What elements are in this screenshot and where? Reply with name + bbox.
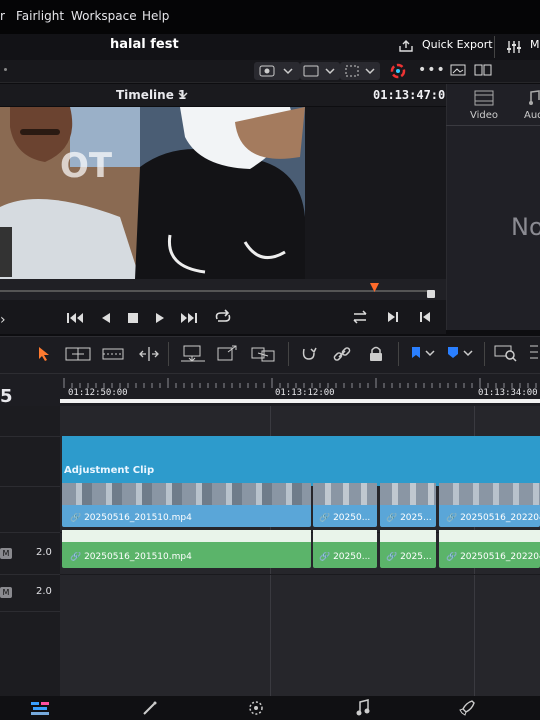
zoom-detail-icon[interactable] (494, 344, 518, 362)
link-icon[interactable] (333, 345, 351, 363)
overwrite-clip-icon[interactable] (216, 345, 240, 363)
menu-item-help[interactable]: Help (142, 9, 169, 23)
track-number: 5 (0, 386, 13, 407)
audio-clip[interactable] (313, 530, 377, 568)
edit-page-icon[interactable] (141, 700, 159, 716)
trim-edit-icon[interactable] (65, 346, 91, 362)
flag-icon[interactable] (410, 346, 438, 360)
link-icon: 🔗 (446, 552, 461, 562)
transform-dropdown[interactable] (340, 62, 380, 80)
ruler-label: 01:13:12:00 (275, 388, 335, 398)
loop-icon[interactable] (213, 309, 233, 325)
divider (168, 342, 169, 366)
track-volume: 2.0 (36, 547, 52, 558)
go-to-end-icon[interactable] (179, 311, 199, 325)
video-clip-label: 🔗 20250516_201510.mp4 (70, 513, 192, 523)
menu-bar: r Fairlight Workspace Help (0, 0, 540, 34)
color-wheel-icon[interactable] (389, 62, 407, 80)
nav-right-icon[interactable]: › (0, 312, 6, 328)
audio-clip-label: 🔗 20250516_201510.mp4 (70, 552, 192, 562)
mark-in-icon[interactable] (386, 310, 400, 324)
quick-export-button[interactable]: Quick Export (422, 38, 493, 51)
menu-item-workspace[interactable]: Workspace (71, 9, 137, 23)
snapping-icon[interactable] (300, 345, 318, 363)
tab-video[interactable]: Video (470, 110, 498, 121)
export-icon[interactable] (398, 39, 414, 53)
dot-icon (4, 68, 7, 71)
chevron-down-icon[interactable] (178, 90, 188, 100)
dual-viewer-icon[interactable] (474, 63, 492, 77)
mark-out-icon[interactable] (418, 310, 432, 324)
timeline-name-dropdown[interactable]: Timeline 1 (116, 88, 186, 102)
svg-text:OT: OT (60, 146, 113, 186)
scrubber-end-handle[interactable] (427, 290, 435, 298)
ruler-label: 01:12:50:00 (68, 388, 128, 398)
link-icon: 🔗 (70, 513, 85, 523)
menu-item-r[interactable]: r (0, 9, 5, 23)
fairlight-page-icon[interactable] (355, 699, 371, 717)
scrubber-bar[interactable] (0, 279, 446, 300)
timecode-display: 01:13:47:05 (373, 88, 453, 102)
blade-icon[interactable] (137, 346, 161, 362)
audio-clip[interactable] (380, 530, 436, 568)
link-icon: 🔗 (319, 552, 334, 562)
marker-icon[interactable] (446, 346, 476, 360)
music-note-icon[interactable] (527, 90, 540, 106)
audio-clip-label: 🔗 20250... (319, 552, 371, 562)
replace-clip-icon[interactable] (250, 345, 276, 363)
image-view-icon[interactable] (450, 63, 466, 77)
menu-item-fairlight[interactable]: Fairlight (16, 9, 64, 23)
adjustment-clip[interactable] (62, 436, 540, 486)
viewer-size-dropdown[interactable] (254, 62, 300, 80)
project-title: halal fest (110, 37, 179, 52)
divider (484, 342, 485, 366)
dynamic-trim-icon[interactable] (102, 346, 124, 362)
video-clip-label: 🔗 20250516_202204 (446, 513, 540, 523)
audio-clip-label: 🔗 2025... (386, 552, 432, 562)
selection-pointer-icon[interactable] (37, 346, 51, 362)
adjustment-clip-label: Adjustment Clip (64, 465, 155, 476)
timeline-range-bar[interactable] (60, 399, 540, 403)
video-clip-label: 🔗 2025... (386, 513, 432, 523)
no-selection-text: No (511, 213, 540, 241)
lock-icon[interactable] (368, 345, 384, 363)
stop-icon[interactable] (127, 312, 139, 324)
link-icon: 🔗 (319, 513, 334, 523)
video-tab-icon[interactable] (474, 90, 494, 106)
link-icon: 🔗 (70, 552, 85, 562)
link-icon: 🔗 (386, 513, 401, 523)
cut-page-icon[interactable] (30, 700, 50, 716)
divider (398, 342, 399, 366)
mute-badge[interactable]: M (0, 587, 12, 598)
audio-clip[interactable] (62, 530, 311, 568)
mute-badge[interactable]: M (0, 548, 12, 559)
track-volume: 2.0 (36, 586, 52, 597)
link-icon: 🔗 (446, 513, 461, 523)
more-options-icon[interactable]: ••• (418, 62, 446, 78)
play-reverse-icon[interactable] (100, 311, 112, 325)
video-viewer[interactable]: OT (0, 107, 446, 279)
divider (494, 36, 495, 58)
fusion-page-icon[interactable] (247, 699, 265, 717)
divider (288, 342, 289, 366)
header-right-label: M (530, 38, 540, 51)
link-icon: 🔗 (386, 552, 401, 562)
go-to-start-icon[interactable] (66, 311, 86, 325)
insert-clip-icon[interactable] (180, 345, 206, 363)
ruler-label: 01:13:34:00 (478, 388, 538, 398)
audio-clip-label: 🔗 20250516_202204 (446, 552, 540, 562)
video-clip-label: 🔗 20250... (319, 513, 371, 523)
tab-audio[interactable]: Aud (524, 110, 540, 121)
divider (446, 125, 540, 126)
play-icon[interactable] (154, 311, 166, 325)
audio-clip[interactable] (439, 530, 540, 568)
monitor-dropdown[interactable] (300, 62, 340, 80)
deliver-page-icon[interactable] (458, 699, 476, 717)
mixer-icon[interactable] (506, 40, 522, 54)
match-frame-icon[interactable] (351, 310, 369, 324)
zoom-full-icon[interactable] (528, 344, 540, 360)
